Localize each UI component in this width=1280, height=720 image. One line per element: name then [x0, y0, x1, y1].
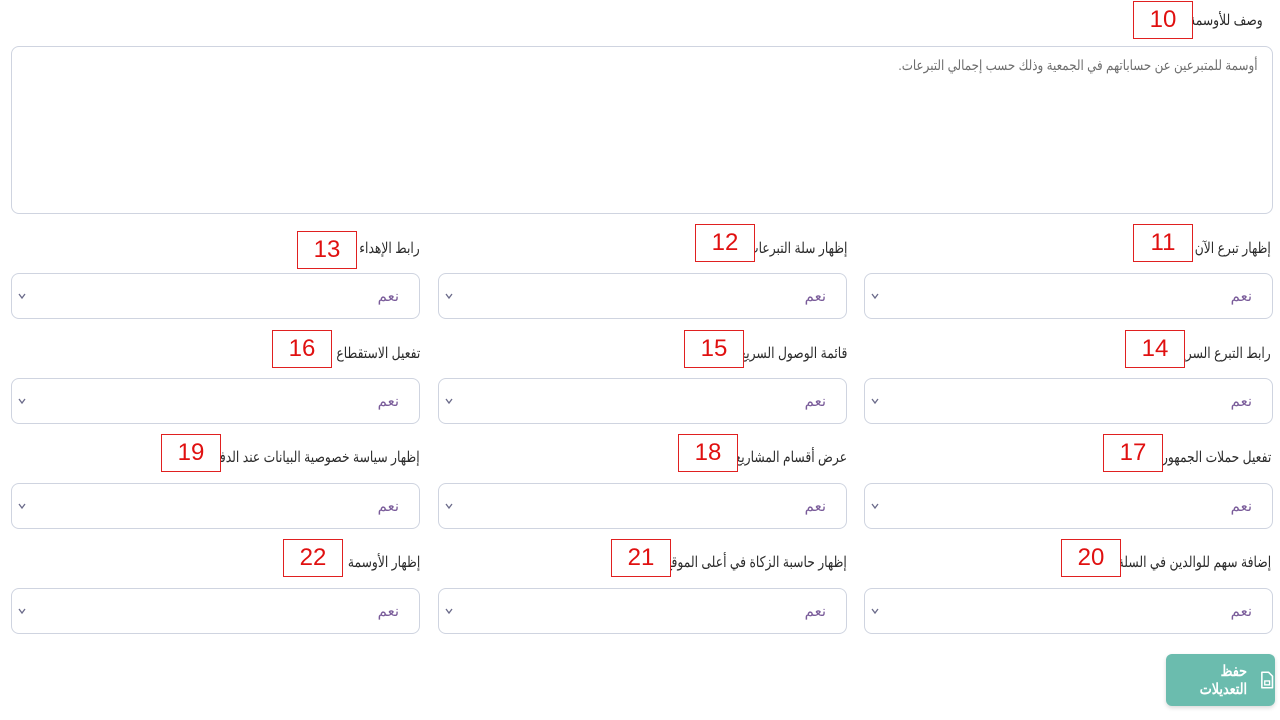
description-text: أوسمة للمتبرعين عن حساباتهم في الجمعية و…: [898, 57, 1258, 73]
annotation-badge: 18: [678, 434, 738, 472]
field-label-privacy-policy: إظهار سياسة خصوصية البيانات عند الدفع: [213, 449, 420, 466]
select-value: نعم: [804, 288, 826, 305]
field-label-gift-link: رابط الإهداء: [359, 240, 420, 257]
select-deduction[interactable]: نعم: [11, 378, 420, 424]
select-badges[interactable]: نعم: [11, 588, 420, 634]
select-value: نعم: [377, 393, 399, 410]
select-value: نعم: [377, 603, 399, 620]
select-value: نعم: [804, 393, 826, 410]
field-label-public-campaigns: تفعيل حملات الجمهور: [1161, 449, 1271, 466]
field-label-deduction: تفعيل الاستقطاع: [336, 345, 420, 362]
select-value: نعم: [1230, 393, 1252, 410]
chevron-down-icon: [445, 293, 453, 300]
chevron-down-icon: [871, 503, 879, 510]
annotation-badge: 17: [1103, 434, 1163, 472]
select-project-sections[interactable]: نعم: [438, 483, 847, 529]
description-label: وصف للأوسمة: [1189, 12, 1263, 29]
select-zakat-calculator[interactable]: نعم: [438, 588, 847, 634]
select-value: نعم: [377, 498, 399, 515]
annotation-badge: 19: [161, 434, 221, 472]
field-label-quick-access-menu: قائمة الوصول السريع: [739, 345, 847, 362]
chevron-down-icon: [445, 398, 453, 405]
field-label-donation-cart: إظهار سلة التبرعات: [746, 240, 847, 257]
annotation-badge: 15: [684, 330, 744, 368]
chevron-down-icon: [445, 608, 453, 615]
annotation-badge: 14: [1125, 330, 1185, 368]
annotation-badge: 21: [611, 539, 671, 577]
field-label-badges: إظهار الأوسمة: [347, 554, 420, 571]
select-value: نعم: [1230, 288, 1252, 305]
chevron-down-icon: [18, 608, 26, 615]
field-label-zakat-calculator: إظهار حاسبة الزكاة في أعلى الموقع: [665, 554, 847, 571]
chevron-down-icon: [18, 293, 26, 300]
save-changes-button[interactable]: حفظ التعديلات: [1166, 654, 1275, 706]
select-donation-cart[interactable]: نعم: [438, 273, 847, 319]
select-parents-share[interactable]: نعم: [864, 588, 1273, 634]
select-quick-access-menu[interactable]: نعم: [438, 378, 847, 424]
select-privacy-policy[interactable]: نعم: [11, 483, 420, 529]
select-gift-link[interactable]: نعم: [11, 273, 420, 319]
field-label-project-sections: عرض أقسام المشاريع: [734, 449, 847, 466]
select-public-campaigns[interactable]: نعم: [864, 483, 1273, 529]
save-button-label: حفظ التعديلات: [1199, 663, 1248, 698]
annotation-badge: 11: [1133, 224, 1193, 262]
select-value: نعم: [377, 288, 399, 305]
select-value: نعم: [804, 498, 826, 515]
annotation-badge: 20: [1061, 539, 1121, 577]
chevron-down-icon: [871, 608, 879, 615]
chevron-down-icon: [18, 398, 26, 405]
select-donate-now[interactable]: نعم: [864, 273, 1273, 319]
field-label-donate-now: إظهار تبرع الآن: [1194, 240, 1271, 257]
annotation-badge: 13: [297, 231, 357, 269]
description-textarea[interactable]: أوسمة للمتبرعين عن حساباتهم في الجمعية و…: [11, 46, 1273, 214]
select-value: نعم: [1230, 603, 1252, 620]
chevron-down-icon: [18, 503, 26, 510]
select-value: نعم: [804, 603, 826, 620]
annotation-badge: 22: [283, 539, 343, 577]
chevron-down-icon: [871, 293, 879, 300]
select-value: نعم: [1230, 498, 1252, 515]
annotation-badge: 12: [695, 224, 755, 262]
field-label-quick-donate-link: رابط التبرع السريع: [1176, 345, 1271, 362]
chevron-down-icon: [445, 503, 453, 510]
chevron-down-icon: [871, 398, 879, 405]
field-label-parents-share: إضافة سهم للوالدين في السلة: [1117, 554, 1271, 571]
select-quick-donate-link[interactable]: نعم: [864, 378, 1273, 424]
annotation-badge: 16: [272, 330, 332, 368]
file-icon: [1260, 671, 1273, 689]
annotation-badge: 10: [1133, 1, 1193, 39]
